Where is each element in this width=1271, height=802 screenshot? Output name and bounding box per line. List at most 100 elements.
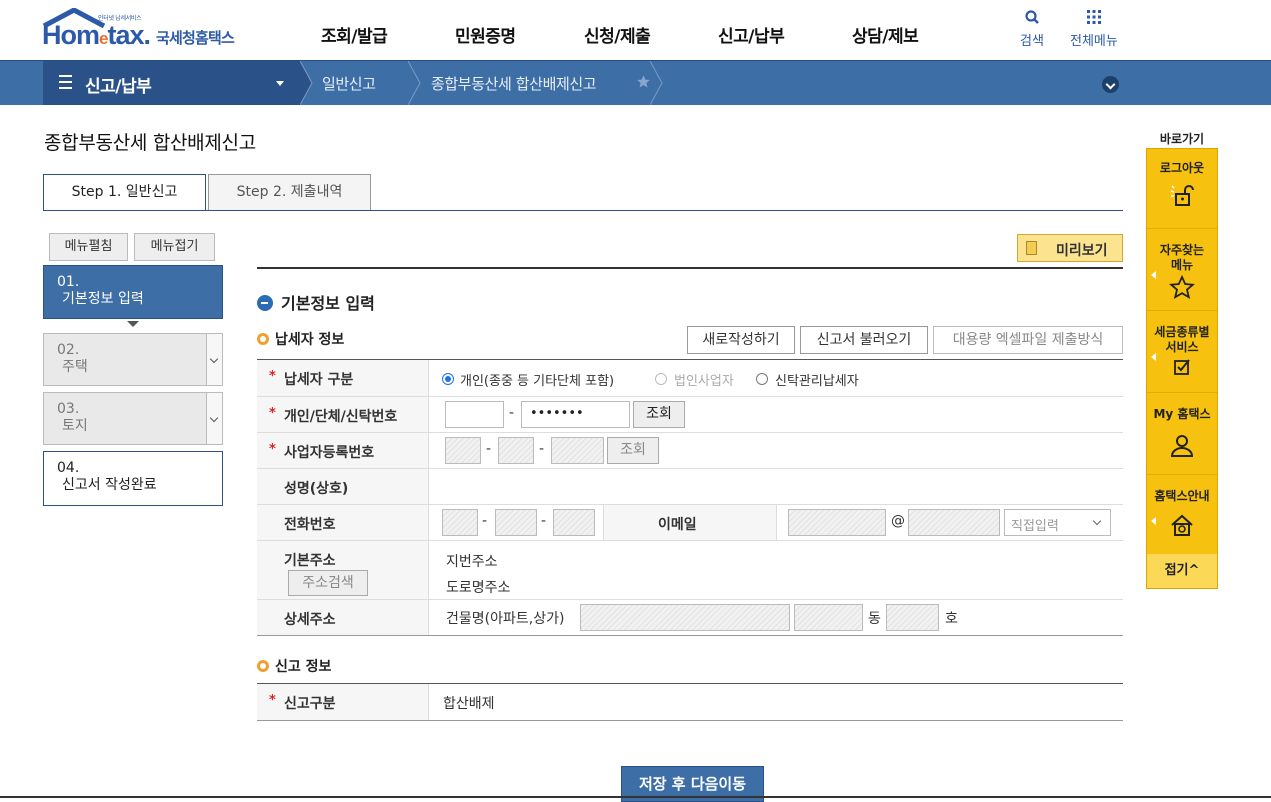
menu-expand-button[interactable]: 메뉴펼침 [49, 233, 128, 261]
search-icon [1025, 10, 1039, 24]
phone-part1-input[interactable] [442, 509, 478, 536]
tab-underline [43, 210, 1123, 211]
email-id-input[interactable] [788, 509, 886, 536]
row-taxpayer-type: * 납세자 구분 개인(종중 등 기타단체 포함) 법인사업자 신탁관리납세자 [257, 360, 1123, 397]
bizno-part3-input[interactable] [551, 437, 604, 464]
quick-tax-type-service[interactable]: 세금종류별 서비스 [1147, 313, 1217, 393]
house-guide-icon [1171, 514, 1193, 536]
ho-input[interactable] [886, 604, 939, 631]
step-housing[interactable]: 02. 주택 [43, 333, 223, 386]
document-icon [1026, 241, 1037, 255]
hometax-logo[interactable]: 인터넷 납세서비스 Hometax. 국세청홈택스 [42, 6, 257, 54]
address-search-button[interactable]: 주소검색 [288, 570, 368, 596]
favorite-star-icon[interactable] [636, 74, 651, 89]
row-id-number: * 개인/단체/신탁번호 - ••••••• 조회 [257, 397, 1123, 433]
report-info-title: 신고 정보 [257, 656, 331, 676]
taxpayer-info-table: * 납세자 구분 개인(종중 등 기타단체 포함) 법인사업자 신탁관리납세자 … [257, 359, 1123, 636]
quick-my-hometax[interactable]: My 홈택스 [1147, 395, 1217, 475]
report-type-value: 합산배제 [443, 696, 495, 712]
required-mark: * [269, 442, 276, 457]
unlock-icon [1170, 185, 1194, 206]
hamburger-icon [59, 75, 72, 93]
page-title: 종합부동산세 합산배제신고 [44, 132, 256, 154]
dong-input[interactable] [794, 604, 863, 631]
phone-part3-input[interactable] [553, 509, 595, 536]
breadcrumb-general-report[interactable]: 일반신고 [322, 73, 376, 94]
email-label: 이메일 [658, 517, 697, 533]
required-mark: * [269, 693, 276, 708]
id-number-back-input[interactable]: ••••••• [521, 401, 630, 428]
gnb-inquiry[interactable]: 조회/발급 [321, 22, 388, 47]
row-business-number: * 사업자등록번호 - - 조회 [257, 433, 1123, 469]
row-phone-email: 전화번호 - - 이메일 @ 직접입력 [257, 505, 1123, 541]
step-arrow-icon [127, 321, 139, 327]
row-detail-address: 상세주소 건물명(아파트,상가) 동 호 [257, 600, 1123, 636]
gnb-application[interactable]: 신청/제출 [584, 22, 651, 47]
content-divider [257, 267, 1123, 269]
tab-step2-submitted[interactable]: Step 2. 제출내역 [208, 174, 371, 211]
row-name: 성명(상호) [257, 469, 1123, 505]
gnb-consult[interactable]: 상담/제보 [852, 22, 919, 47]
logo-wordmark: Hometax. [42, 20, 151, 50]
load-report-button[interactable]: 신고서 불러오기 [800, 326, 928, 354]
radio-corporation[interactable] [655, 373, 667, 385]
quick-collapse-button[interactable]: 접기^ [1147, 554, 1217, 588]
quick-logout[interactable]: 로그아웃 [1147, 149, 1217, 229]
radio-trust[interactable] [756, 373, 768, 385]
grid-menu-icon [1086, 10, 1101, 24]
phone-part2-input[interactable] [495, 509, 537, 536]
expand-navbar-icon[interactable] [1102, 76, 1119, 93]
user-icon [1170, 435, 1194, 457]
all-menu-button[interactable]: 전체메뉴 [1070, 8, 1118, 49]
step-land[interactable]: 03. 토지 [43, 392, 223, 445]
chevron-down-icon[interactable] [206, 334, 222, 385]
bizno-part1-input[interactable] [445, 437, 481, 464]
checkbox-icon [1174, 359, 1190, 375]
breadcrumb-separator-icon [408, 61, 421, 105]
chevron-down-icon[interactable] [206, 393, 222, 444]
breadcrumb-separator-icon [650, 61, 663, 105]
header: 인터넷 납세서비스 Hometax. 국세청홈택스 조회/발급 민원증명 신청/… [0, 0, 1271, 60]
breadcrumb-bar: 신고/납부 일반신고 종합부동산세 합산배제신고 [0, 60, 1271, 105]
breadcrumb-current-page[interactable]: 종합부동산세 합산배제신고 [431, 73, 597, 94]
star-outline-icon [1169, 275, 1195, 300]
email-domain-input[interactable] [908, 509, 1000, 536]
quick-hometax-guide[interactable]: 홈택스안내 [1147, 477, 1217, 557]
quick-links-title: 바로가기 [1159, 132, 1205, 146]
building-name-label: 건물명(아파트,상가) [446, 611, 565, 627]
email-domain-select[interactable]: 직접입력 [1004, 509, 1111, 536]
report-info-table: * 신고구분 합산배제 [257, 683, 1123, 721]
lot-address-label: 지번주소 [446, 554, 498, 570]
section-title-basic-info: 기본정보 입력 [257, 290, 375, 314]
tab-step1-general[interactable]: Step 1. 일반신고 [43, 174, 206, 211]
id-lookup-button[interactable]: 조회 [633, 401, 685, 428]
category-menu-dropdown[interactable]: 신고/납부 [43, 61, 300, 105]
new-write-button[interactable]: 새로작성하기 [687, 326, 795, 354]
row-address: 기본주소 주소검색 지번주소 도로명주소 [257, 541, 1123, 600]
quick-frequent-menu[interactable]: 자주찾는 메뉴 [1147, 231, 1217, 311]
bizno-lookup-button[interactable]: 조회 [607, 437, 659, 464]
caret-down-icon [276, 81, 284, 86]
step-basic-info[interactable]: 01. 기본정보 입력 [43, 265, 223, 319]
bullet-icon [257, 333, 269, 345]
required-mark: * [269, 406, 276, 421]
gnb-report-pay[interactable]: 신고/납부 [718, 22, 785, 47]
excel-submit-button[interactable]: 대용량 엑셀파일 제출방식 [933, 326, 1123, 354]
id-number-front-input[interactable] [445, 401, 504, 428]
building-name-input[interactable] [580, 604, 790, 631]
menu-collapse-button[interactable]: 메뉴접기 [134, 233, 215, 261]
search-button[interactable]: 검색 [1020, 8, 1044, 49]
radio-individual-label: 개인(종중 등 기타단체 포함) [460, 374, 615, 389]
road-address-label: 도로명주소 [446, 580, 511, 596]
preview-button[interactable]: 미리보기 [1017, 234, 1123, 262]
step-complete[interactable]: 04. 신고서 작성완료 [43, 451, 223, 506]
radio-corporation-label: 법인사업자 [674, 374, 734, 389]
radio-individual[interactable] [442, 373, 454, 385]
bizno-part2-input[interactable] [498, 437, 534, 464]
arrow-circle-icon [257, 295, 273, 311]
quick-links-panel: 로그아웃 자주찾는 메뉴 세금종류별 서비스 My 홈택스 홈택스안내 접기^ [1146, 148, 1218, 589]
taxpayer-info-title: 납세자 정보 [257, 329, 344, 349]
category-menu-label: 신고/납부 [85, 77, 152, 97]
breadcrumb-separator-icon [300, 61, 313, 105]
gnb-certificate[interactable]: 민원증명 [455, 22, 516, 47]
